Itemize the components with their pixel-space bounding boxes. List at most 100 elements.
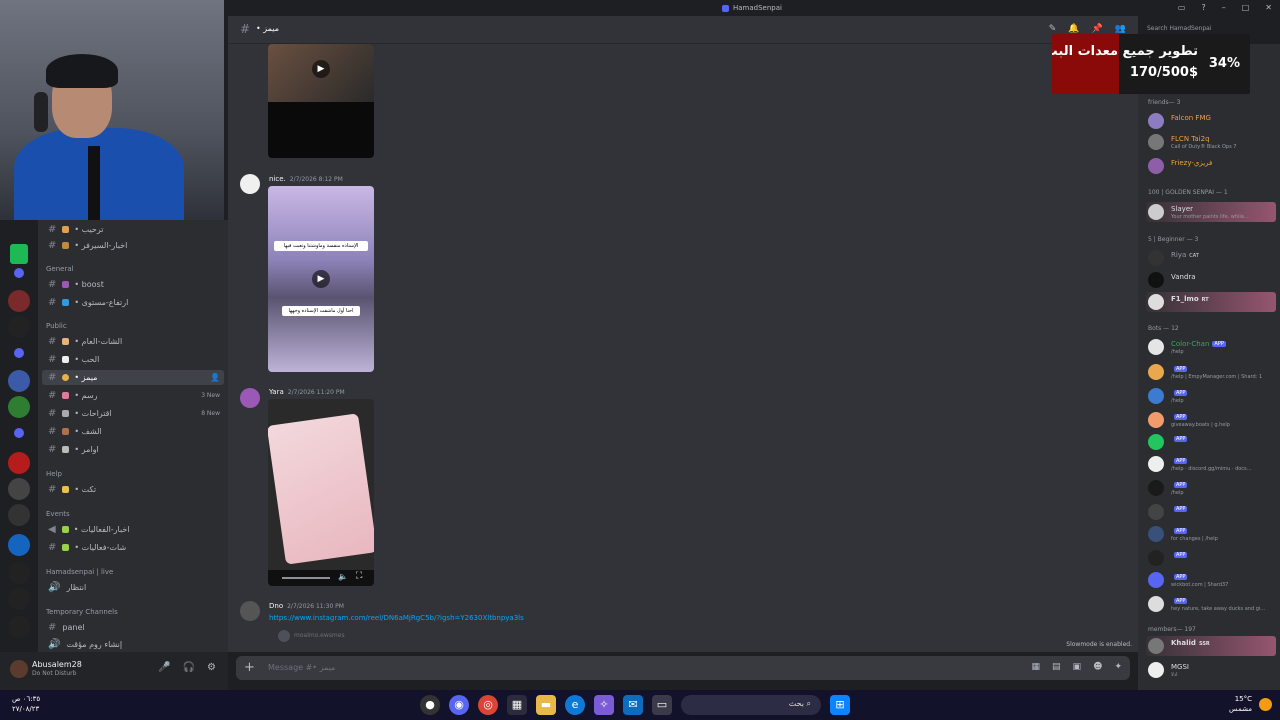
weather-widget[interactable]: 15°C مشمس [1229,694,1252,714]
member-item[interactable]: Khalid SSR [1146,636,1276,656]
gift-icon[interactable]: ▤ [1052,662,1061,672]
channel-item[interactable]: # • تكت [42,482,224,497]
server-icon[interactable] [8,588,30,610]
category-public[interactable]: Public [46,322,67,330]
member-item[interactable]: Slayer Your mother paints life, while... [1146,202,1276,222]
member-item[interactable]: Color-Chan APP/help [1146,337,1276,357]
threads-icon[interactable]: ✎ [1049,24,1057,34]
invite-member-icon[interactable]: 👤 [210,373,220,382]
server-icon[interactable] [14,348,24,358]
kick-server-icon[interactable] [10,244,28,264]
member-item[interactable]: Friezy-فريزي [1146,156,1276,176]
author-name[interactable]: Dno [269,602,283,610]
task-view-icon[interactable]: ▭ [652,695,672,715]
channel-item[interactable]: ◀ • اخبار-الفعاليات [42,522,224,537]
server-icon[interactable] [8,504,30,526]
author-avatar[interactable] [240,174,260,194]
video-embed[interactable]: ▶ [268,44,374,158]
channel-item[interactable]: # • boost [42,277,224,292]
member-item[interactable]: APP hey nature, take away ducks and gi... [1146,594,1276,614]
author-avatar[interactable] [240,388,260,408]
video-embed[interactable]: الإستاذه منفسة وماوشتنا وتعبت فيها ▶ احن… [268,186,374,372]
attach-plus-icon[interactable]: + [244,660,255,675]
volume-icon[interactable]: 🔈 [338,572,348,581]
channel-item[interactable]: # • ارتفاع-مستوى [42,295,224,310]
play-icon[interactable]: ▶ [312,270,330,288]
channel-item[interactable]: # • ترحيب [42,222,224,237]
sticker-icon[interactable]: ☻ [1093,662,1102,672]
close-button[interactable]: ✕ [1265,3,1272,12]
member-item[interactable]: APP/help | EmpyManager.com | Shard: 1 [1146,362,1276,382]
member-item[interactable]: F1_lmo RT [1146,292,1276,312]
discord-icon[interactable]: ◉ [449,695,469,715]
maximize-button[interactable]: □ [1242,3,1250,12]
server-icon[interactable] [8,452,30,474]
member-item[interactable]: MGSI ادلا [1146,660,1276,680]
channel-item[interactable]: # • رسم 3 New [42,388,224,403]
channel-item-active[interactable]: # • ميمز 👤 [42,370,224,385]
server-icon[interactable] [14,268,24,278]
help-icon[interactable]: ? [1201,3,1205,12]
voice-channel-item[interactable]: 🔊 انتظار [42,580,224,595]
members-icon[interactable]: 👥 [1115,24,1126,34]
category-help[interactable]: Help [46,470,62,478]
gif-icon[interactable]: ▣ [1073,662,1082,672]
member-item[interactable]: Vandra [1146,270,1276,290]
copilot-icon[interactable]: ✧ [594,695,614,715]
fullscreen-icon[interactable]: ⛶ [356,571,362,581]
member-item[interactable]: APP [1146,432,1276,452]
server-icon[interactable] [8,316,30,338]
category-general[interactable]: General [46,265,74,273]
headphones-icon[interactable]: 🎧 [183,662,195,673]
server-icon[interactable] [8,370,30,392]
server-icon[interactable] [8,396,30,418]
category-events[interactable]: Events [46,510,70,518]
member-item[interactable]: APP/help [1146,386,1276,406]
channel-item[interactable]: # • الشف [42,424,224,439]
member-item[interactable]: FLCN Tai2q Call of Duty® Black Ops 7 [1146,132,1276,152]
windows-start-icon[interactable]: ⊞ [830,695,850,715]
reply-preview[interactable]: moalmo.ewsmes [294,632,345,639]
server-icon[interactable] [8,290,30,312]
taskbar-clock[interactable]: ٠٦:٣٥ ص ٢٧/٠٨/٢٣ [12,694,40,714]
emoji-icon[interactable]: ✦ [1114,662,1122,672]
settings-gear-icon[interactable]: ⚙ [207,662,216,673]
channel-item[interactable]: # • اوامر [42,442,224,457]
user-avatar[interactable] [10,660,28,678]
category-temporary[interactable]: Temporary Channels [46,608,118,616]
play-icon[interactable]: ▶ [312,60,330,78]
edge-icon[interactable]: e [565,695,585,715]
member-item[interactable]: Riya CAT [1146,248,1276,268]
member-item[interactable]: APP wickbot.com | Shard37 [1146,570,1276,590]
notification-icon[interactable]: 🔔 [1068,24,1079,34]
channel-item[interactable]: # • اخبار-السيرفر [42,238,224,253]
server-icon[interactable] [8,534,30,556]
member-item[interactable]: APP [1146,502,1276,522]
pin-icon[interactable]: 📌 [1092,24,1103,34]
category-live[interactable]: Hamadsenpai | live [46,568,113,576]
channel-item[interactable]: # • شات-فعاليات [42,540,224,555]
minimize-button[interactable]: – [1222,3,1226,12]
chrome-icon[interactable]: ◎ [478,695,498,715]
apps-icon[interactable]: ▦ [1032,662,1041,672]
taskbar-search[interactable]: بحث ⌕ [681,695,821,715]
member-item[interactable]: Falcon FMG [1146,111,1276,131]
member-item[interactable]: APP/help · discord.gg/mimu · docs... [1146,454,1276,474]
message-input[interactable]: Message #• ميمز [268,663,335,672]
member-item[interactable]: APP/help [1146,478,1276,498]
member-item[interactable]: APP for changes | /help [1146,524,1276,544]
author-name[interactable]: nice. [269,175,286,183]
author-name[interactable]: Yara [269,388,284,396]
file-explorer-icon[interactable]: ▬ [536,695,556,715]
member-item[interactable]: APP [1146,548,1276,568]
video-embed[interactable]: 🔈 ⛶ [268,399,374,586]
channel-item[interactable]: # panel [42,620,224,635]
message-composer[interactable]: + Message #• ميمز ▦ ▤ ▣ ☻ ✦ [236,656,1130,680]
microphone-icon[interactable]: 🎤 [158,662,170,673]
server-icon[interactable] [8,562,30,584]
author-avatar[interactable] [240,601,260,621]
server-icon[interactable] [8,478,30,500]
member-item[interactable]: APP giveaway.boats | g.help [1146,410,1276,430]
inbox-icon[interactable]: ▭ [1178,3,1186,12]
store-icon[interactable]: ▦ [507,695,527,715]
